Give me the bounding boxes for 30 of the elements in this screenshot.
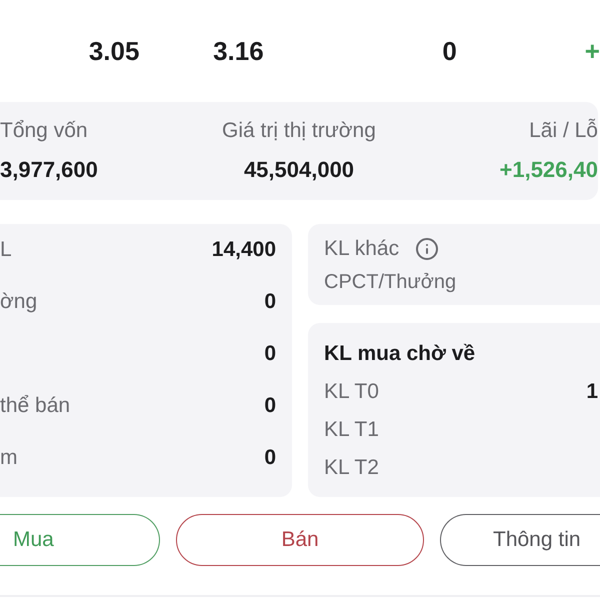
summary-value: 3,977,600 [0,157,98,183]
holding-value: 0 [264,341,276,367]
summary-label: Giá trị thị trường [222,119,376,143]
price-value: 0 [441,36,458,66]
other-volume-subtitle: CPCT/Thưởng [324,270,456,294]
pending-buy-label: KL T2 [324,455,379,481]
info-button[interactable]: Thông tin [440,514,600,566]
info-icon[interactable] [415,236,440,260]
holding-value: 14,400 [212,237,276,263]
holding-label: L [0,237,12,263]
pending-buy-value: 1 [586,379,598,405]
price-value: 3.05 [88,36,140,66]
holding-value: 0 [264,393,276,419]
holding-value: 0 [264,289,276,315]
summary-label: Lãi / Lỗ [529,119,598,143]
summary-value: +1,526,40 [500,157,598,183]
holding-label: thể bán [0,393,70,419]
pending-buy-title: KL mua chờ về [324,341,476,367]
pending-buy-label: KL T1 [324,417,379,443]
price-value: 3.16 [212,36,265,66]
holding-label: ờng [0,289,38,315]
sell-button[interactable]: Bán [176,514,424,566]
holding-value: 0 [264,445,276,471]
holding-label: m [0,445,18,471]
buy-button[interactable]: Mua [0,514,160,566]
summary-value: 45,504,000 [244,157,354,183]
pending-buy-label: KL T0 [324,379,379,405]
price-value: + [584,36,600,66]
summary-label: Tổng vốn [0,119,88,143]
other-volume-title: KL khác [324,236,400,262]
